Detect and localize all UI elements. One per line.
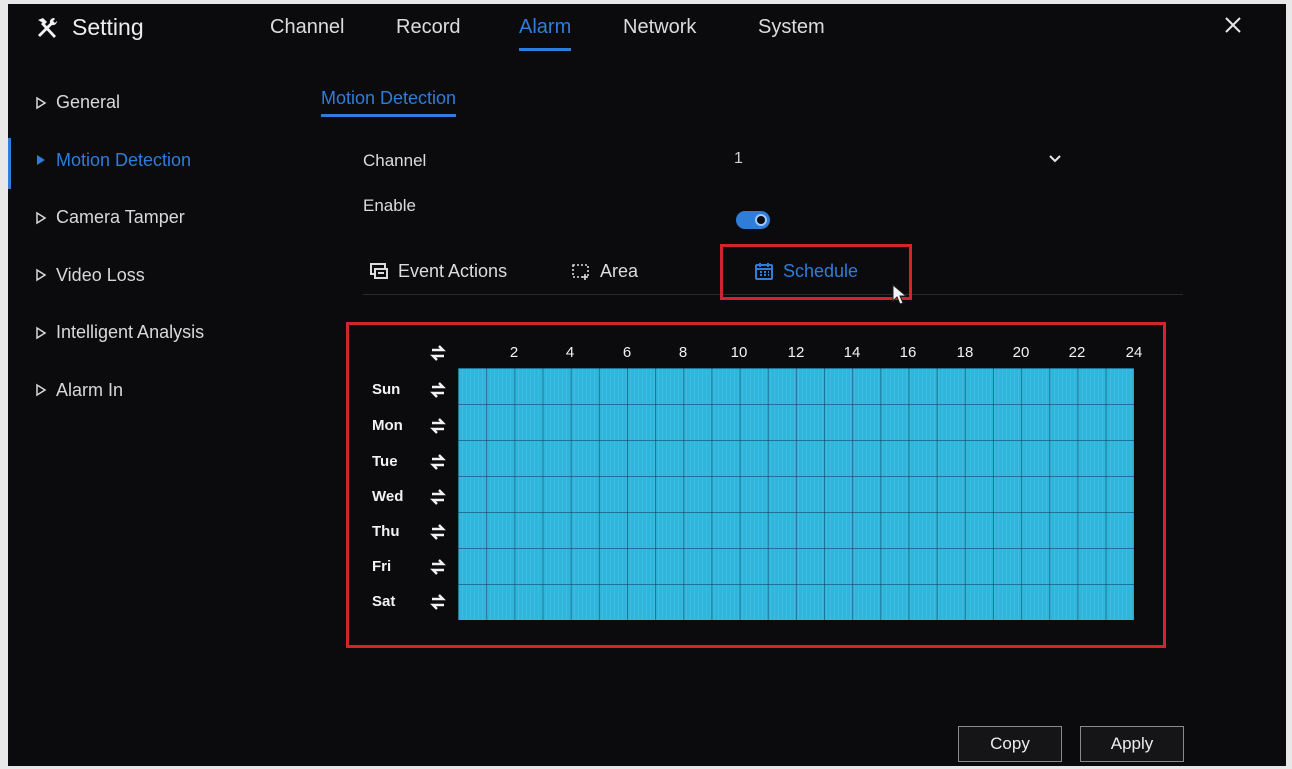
section-divider	[363, 294, 1183, 295]
triangle-right-icon	[37, 155, 45, 166]
day-label-mon: Mon	[372, 417, 403, 434]
hour-label: 2	[509, 344, 519, 361]
hour-label: 22	[1068, 344, 1086, 361]
tab-alarm[interactable]: Alarm	[519, 16, 572, 51]
schedule-panel: 2 4 6 8 10 12 14 16 18 20 22 24 Sun Mon …	[346, 322, 1166, 647]
day-label-sat: Sat	[372, 593, 396, 610]
close-icon[interactable]	[1220, 12, 1246, 38]
sidebar-item-alarm-in[interactable]: Alarm In	[8, 362, 278, 420]
swap-icon[interactable]	[429, 523, 447, 541]
swap-icon[interactable]	[429, 344, 447, 362]
top-bar: Setting Channel Record Alarm Network Sys…	[8, 4, 1286, 60]
tab-area-label: Area	[600, 260, 639, 281]
area-icon	[572, 264, 589, 280]
schedule-grid[interactable]	[458, 368, 1134, 620]
hammer-wrench-icon	[38, 17, 58, 38]
hour-label: 16	[899, 344, 917, 361]
day-label-fri: Fri	[372, 558, 392, 575]
triangle-right-icon	[36, 326, 47, 340]
day-label-wed: Wed	[372, 488, 404, 505]
tab-event-actions[interactable]: Event Actions	[368, 260, 507, 282]
tab-record[interactable]: Record	[396, 16, 460, 39]
day-label-sun: Sun	[372, 381, 401, 398]
cursor-icon	[892, 284, 908, 305]
triangle-right-icon	[36, 383, 47, 397]
sidebar-item-label: Alarm In	[56, 379, 124, 400]
page-title: Setting	[72, 14, 144, 40]
event-actions-icon	[370, 263, 388, 279]
sidebar-item-general[interactable]: General	[8, 74, 278, 132]
day-label-tue: Tue	[372, 453, 398, 470]
toggle-knob	[755, 214, 767, 226]
sidebar-item-label: General	[56, 92, 121, 113]
sidebar-item-label: Motion Detection	[56, 149, 192, 170]
sidebar-item-label: Camera Tamper	[56, 207, 185, 228]
apply-button[interactable]: Apply	[1080, 726, 1184, 762]
swap-icon[interactable]	[429, 417, 447, 435]
tab-area[interactable]: Area	[570, 260, 638, 282]
hour-label: 10	[730, 344, 748, 361]
channel-value: 1	[734, 150, 743, 167]
sidebar-item-camera-tamper[interactable]: Camera Tamper	[8, 189, 278, 247]
enable-label: Enable	[363, 196, 416, 215]
tab-event-actions-label: Event Actions	[398, 260, 508, 281]
swap-icon[interactable]	[429, 381, 447, 399]
enable-toggle[interactable]	[736, 211, 770, 229]
triangle-right-icon	[36, 96, 47, 110]
sidebar-item-motion-detection[interactable]: Motion Detection	[8, 132, 278, 190]
hour-label: 24	[1125, 344, 1143, 361]
triangle-right-icon	[36, 211, 47, 225]
sidebar-item-label: Intelligent Analysis	[56, 322, 205, 343]
tab-network[interactable]: Network	[623, 16, 696, 39]
tab-schedule[interactable]: Schedule	[753, 260, 858, 282]
hour-label: 12	[787, 344, 805, 361]
sidebar-item-label: Video Loss	[56, 264, 145, 285]
swap-icon[interactable]	[429, 593, 447, 611]
tab-schedule-label: Schedule	[783, 260, 859, 281]
channel-select[interactable]: 1	[724, 142, 1074, 176]
day-label-thu: Thu	[372, 523, 400, 540]
copy-button[interactable]: Copy	[958, 726, 1062, 762]
hour-label: 18	[956, 344, 974, 361]
tab-system[interactable]: System	[758, 16, 825, 39]
channel-label: Channel	[363, 151, 427, 170]
hour-label: 14	[843, 344, 861, 361]
hour-label: 8	[678, 344, 688, 361]
screen: Setting Channel Record Alarm Network Sys…	[8, 4, 1286, 766]
tab-channel[interactable]: Channel	[270, 16, 345, 39]
chevron-down-icon	[1049, 155, 1061, 163]
triangle-right-icon	[36, 268, 47, 282]
swap-icon[interactable]	[429, 453, 447, 471]
calendar-icon	[755, 263, 773, 280]
sidebar-item-intelligent-analysis[interactable]: Intelligent Analysis	[8, 304, 278, 362]
sidebar: General Motion Detection Camera Tamper V…	[8, 74, 278, 419]
swap-icon[interactable]	[429, 558, 447, 576]
hour-label: 6	[622, 344, 632, 361]
sidebar-item-video-loss[interactable]: Video Loss	[8, 247, 278, 305]
brand: Setting	[34, 14, 144, 41]
hour-label: 4	[565, 344, 575, 361]
hour-label: 20	[1012, 344, 1030, 361]
tab-motion-detection[interactable]: Motion Detection	[321, 88, 457, 117]
swap-icon[interactable]	[429, 488, 447, 506]
